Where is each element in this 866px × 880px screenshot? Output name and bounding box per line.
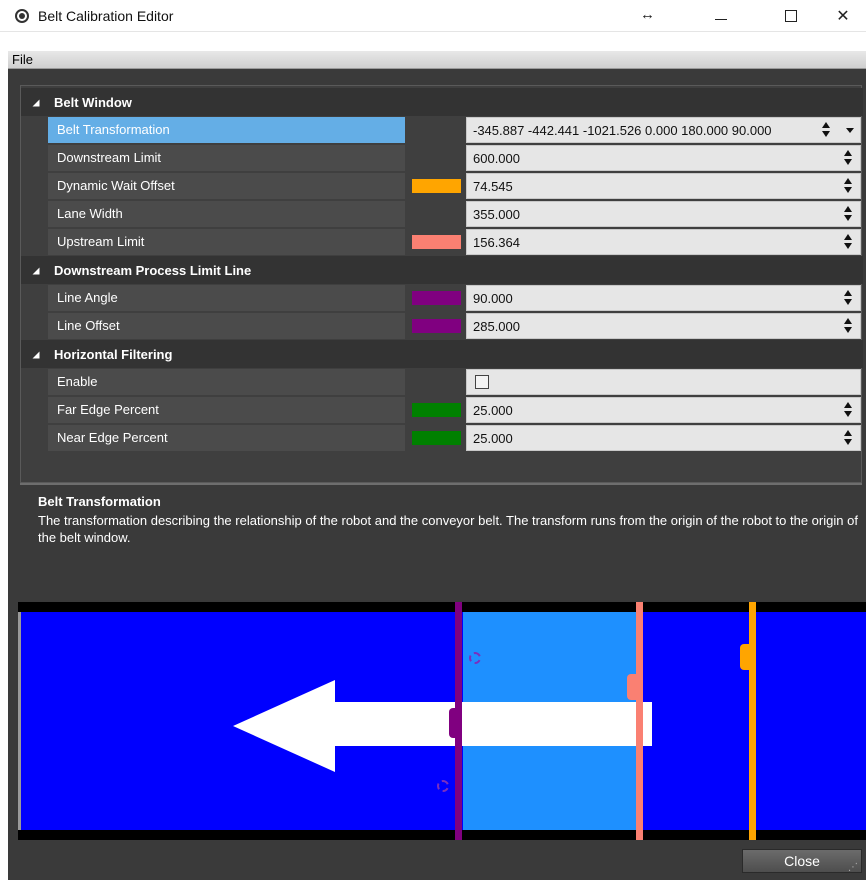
window-title: Belt Calibration Editor <box>38 8 174 24</box>
far-edge-percent-field[interactable]: 25.000 <box>466 397 861 423</box>
close-button[interactable]: Close <box>742 849 862 873</box>
field-value: 355.000 <box>473 207 520 222</box>
property-row-upstream-limit[interactable]: Upstream Limit 156.364 <box>21 228 863 256</box>
property-row-near-edge-percent[interactable]: Near Edge Percent 25.000 <box>21 424 863 452</box>
property-label: Lane Width <box>48 201 405 227</box>
section-horizontal-filtering[interactable]: Horizontal Filtering <box>21 340 863 368</box>
property-row-line-angle[interactable]: Line Angle 90.000 <box>21 284 863 312</box>
belt-direction-arrow-head <box>233 680 335 772</box>
lane-width-field[interactable]: 355.000 <box>466 201 861 227</box>
property-row-far-edge-percent[interactable]: Far Edge Percent 25.000 <box>21 396 863 424</box>
line-offset-field[interactable]: 285.000 <box>466 313 861 339</box>
dynamic-wait-offset-field[interactable]: 74.545 <box>466 173 861 199</box>
spinner-icon[interactable] <box>844 290 852 306</box>
property-label: Near Edge Percent <box>48 425 405 451</box>
collapse-triangle-icon <box>32 267 40 275</box>
dropdown-arrow-icon[interactable] <box>846 128 854 133</box>
field-value: -345.887 -442.441 -1021.526 0.000 180.00… <box>473 123 772 138</box>
collapse-triangle-icon <box>32 351 40 359</box>
downstream-limit-field[interactable]: 600.000 <box>466 145 861 171</box>
property-row-enable[interactable]: Enable <box>21 368 863 396</box>
dynamic-wait-handle[interactable] <box>740 644 750 670</box>
spinner-icon[interactable] <box>844 234 852 250</box>
color-swatch <box>412 319 461 333</box>
line-angle-field[interactable]: 90.000 <box>466 285 861 311</box>
property-label: Belt Transformation <box>48 117 405 143</box>
color-swatch <box>412 291 461 305</box>
section-label: Belt Window <box>54 95 132 110</box>
belt-canvas[interactable] <box>21 602 866 840</box>
color-swatch <box>412 403 461 417</box>
menu-file[interactable]: File <box>12 52 33 67</box>
property-row-dynamic-wait-offset[interactable]: Dynamic Wait Offset 74.545 <box>21 172 863 200</box>
section-label: Horizontal Filtering <box>54 347 173 362</box>
field-value: 600.000 <box>473 151 520 166</box>
section-label: Downstream Process Limit Line <box>54 263 252 278</box>
upstream-limit-line[interactable] <box>636 602 643 840</box>
minimize-icon <box>715 18 727 20</box>
property-label: Enable <box>48 369 405 395</box>
spinner-icon[interactable] <box>844 150 852 166</box>
maximize-icon <box>785 10 797 22</box>
field-value: 156.364 <box>473 235 520 250</box>
spinner-icon[interactable] <box>844 402 852 418</box>
field-value: 285.000 <box>473 319 520 334</box>
section-downstream-process-limit-line[interactable]: Downstream Process Limit Line <box>21 256 863 284</box>
property-grid: Belt Window Belt Transformation -345.887… <box>20 85 863 483</box>
belt-direction-arrow-body <box>334 702 652 746</box>
close-window-button[interactable]: ✕ <box>820 0 866 32</box>
app-icon <box>15 9 29 23</box>
property-label: Upstream Limit <box>48 229 405 255</box>
upstream-limit-handle[interactable] <box>627 674 637 700</box>
field-value: 25.000 <box>473 403 513 418</box>
enable-checkbox[interactable] <box>475 375 489 389</box>
upstream-limit-field[interactable]: 156.364 <box>466 229 861 255</box>
belt-visualization <box>18 602 866 840</box>
maximize-button[interactable] <box>768 0 814 32</box>
spinner-icon[interactable] <box>822 122 830 138</box>
menu-bar: File <box>8 51 866 69</box>
description-panel: Belt Transformation The transformation d… <box>20 483 862 578</box>
downstream-limit-handle[interactable] <box>449 708 459 738</box>
resize-arrows-icon: ↔ <box>640 6 655 23</box>
rotate-handle-icon[interactable] <box>469 652 481 664</box>
near-edge-percent-field[interactable]: 25.000 <box>466 425 861 451</box>
spinner-icon[interactable] <box>844 318 852 334</box>
spinner-icon[interactable] <box>844 430 852 446</box>
minimize-button[interactable] <box>698 0 744 32</box>
color-swatch <box>412 179 461 193</box>
belt-transformation-field[interactable]: -345.887 -442.441 -1021.526 0.000 180.00… <box>466 117 861 143</box>
collapse-triangle-icon <box>32 99 40 107</box>
dynamic-wait-line[interactable] <box>749 602 756 840</box>
resize-grip-icon[interactable]: ⋰ <box>848 862 862 876</box>
property-row-downstream-limit[interactable]: Downstream Limit 600.000 <box>21 144 863 172</box>
property-label: Line Angle <box>48 285 405 311</box>
enable-field <box>466 369 861 395</box>
rotate-handle-icon[interactable] <box>437 780 449 792</box>
field-value: 74.545 <box>473 179 513 194</box>
property-row-line-offset[interactable]: Line Offset 285.000 <box>21 312 863 340</box>
property-label: Line Offset <box>48 313 405 339</box>
property-row-lane-width[interactable]: Lane Width 355.000 <box>21 200 863 228</box>
spinner-icon[interactable] <box>844 178 852 194</box>
section-belt-window[interactable]: Belt Window <box>21 88 863 116</box>
description-title: Belt Transformation <box>38 494 161 509</box>
property-label: Far Edge Percent <box>48 397 405 423</box>
description-text: The transformation describing the relati… <box>38 513 858 545</box>
field-value: 25.000 <box>473 431 513 446</box>
title-bar: Belt Calibration Editor ↔ ✕ <box>0 0 866 32</box>
field-value: 90.000 <box>473 291 513 306</box>
property-label: Dynamic Wait Offset <box>48 173 405 199</box>
property-label: Downstream Limit <box>48 145 405 171</box>
property-row-belt-transformation[interactable]: Belt Transformation -345.887 -442.441 -1… <box>21 116 863 144</box>
spinner-icon[interactable] <box>844 206 852 222</box>
color-swatch <box>412 235 461 249</box>
color-swatch <box>412 431 461 445</box>
close-icon: ✕ <box>836 8 850 25</box>
